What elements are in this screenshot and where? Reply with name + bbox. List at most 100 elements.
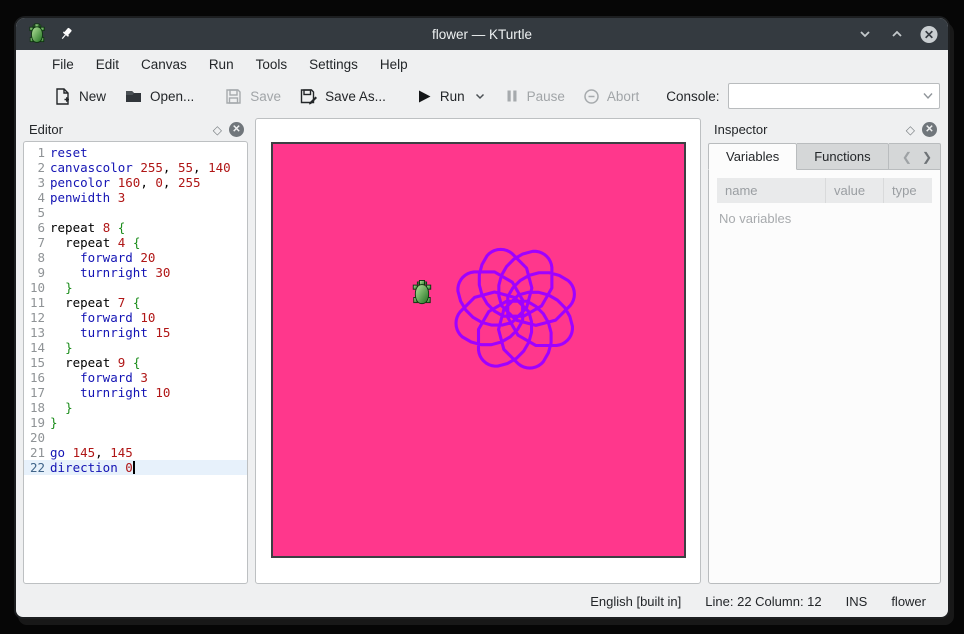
canvas-panel bbox=[255, 118, 701, 584]
menu-file[interactable]: File bbox=[41, 53, 85, 76]
inspector-close-icon[interactable]: ✕ bbox=[922, 122, 937, 137]
abort-button[interactable]: Abort bbox=[574, 84, 648, 109]
column-value: value bbox=[826, 178, 884, 203]
run-button[interactable]: Run bbox=[407, 84, 495, 109]
editor-close-icon[interactable]: ✕ bbox=[229, 122, 244, 137]
status-language: English [built in] bbox=[590, 594, 681, 609]
code-text: repeat 4 { bbox=[50, 235, 247, 250]
code-text: reset bbox=[50, 145, 247, 160]
pin-icon[interactable] bbox=[58, 26, 74, 42]
code-text: forward 10 bbox=[50, 310, 247, 325]
code-text: forward 20 bbox=[50, 250, 247, 265]
code-line[interactable]: 5 bbox=[24, 205, 247, 220]
code-text: turnright 30 bbox=[50, 265, 247, 280]
code-line[interactable]: 15 repeat 9 { bbox=[24, 355, 247, 370]
code-text: canvascolor 255, 55, 140 bbox=[50, 160, 247, 175]
pause-icon bbox=[504, 88, 520, 104]
code-line[interactable]: 18 } bbox=[24, 400, 247, 415]
turtle-canvas bbox=[271, 142, 686, 558]
console-input[interactable] bbox=[729, 84, 917, 108]
code-line[interactable]: 11 repeat 7 { bbox=[24, 295, 247, 310]
code-line[interactable]: 10 } bbox=[24, 280, 247, 295]
code-line[interactable]: 22direction 0 bbox=[24, 460, 247, 475]
menu-canvas[interactable]: Canvas bbox=[130, 53, 198, 76]
menu-run[interactable]: Run bbox=[198, 53, 245, 76]
open-button[interactable]: Open... bbox=[115, 83, 203, 110]
inspector-float-icon[interactable]: ◇ bbox=[906, 124, 915, 136]
toolbar-overflow-button[interactable] bbox=[940, 86, 949, 106]
dock-area: Editor ◇ ✕ 1reset2canvascolor 255, 55, 1… bbox=[16, 116, 948, 587]
inspector-tab-bar: Variables Functions ❮ ❯ bbox=[708, 143, 941, 170]
code-line[interactable]: 6repeat 8 { bbox=[24, 220, 247, 235]
code-line[interactable]: 13 turnright 15 bbox=[24, 325, 247, 340]
code-line[interactable]: 4penwidth 3 bbox=[24, 190, 247, 205]
column-type: type bbox=[884, 178, 932, 203]
abort-icon bbox=[583, 88, 600, 105]
code-line[interactable]: 19} bbox=[24, 415, 247, 430]
maximize-button[interactable] bbox=[888, 25, 906, 43]
line-number: 11 bbox=[24, 295, 50, 310]
status-bar: English [built in] Line: 22 Column: 12 I… bbox=[16, 587, 948, 617]
code-line[interactable]: 3pencolor 160, 0, 255 bbox=[24, 175, 247, 190]
code-line[interactable]: 16 forward 3 bbox=[24, 370, 247, 385]
tab-variables[interactable]: Variables bbox=[708, 143, 797, 170]
code-line[interactable]: 14 } bbox=[24, 340, 247, 355]
code-line[interactable]: 12 forward 10 bbox=[24, 310, 247, 325]
column-name: name bbox=[717, 178, 826, 203]
pause-button[interactable]: Pause bbox=[495, 84, 574, 108]
text-cursor bbox=[133, 461, 135, 474]
menu-help[interactable]: Help bbox=[369, 53, 419, 76]
save-button[interactable]: Save bbox=[215, 83, 290, 110]
console-combobox[interactable] bbox=[728, 83, 940, 109]
code-line[interactable]: 8 forward 20 bbox=[24, 250, 247, 265]
console-label: Console: bbox=[666, 89, 719, 104]
menu-tools[interactable]: Tools bbox=[245, 53, 299, 76]
tab-scroll-left-icon[interactable]: ❮ bbox=[902, 150, 912, 164]
code-text: repeat 8 { bbox=[50, 220, 247, 235]
overflow-chevron-icon bbox=[946, 88, 949, 104]
line-number: 10 bbox=[24, 280, 50, 295]
inspector-dock-header: Inspector ◇ ✕ bbox=[708, 118, 941, 141]
line-number: 12 bbox=[24, 310, 50, 325]
code-text: } bbox=[50, 415, 247, 430]
line-number: 2 bbox=[24, 160, 50, 175]
editor-float-icon[interactable]: ◇ bbox=[213, 124, 222, 136]
title-bar: flower — KTurtle bbox=[16, 18, 948, 50]
code-text: penwidth 3 bbox=[50, 190, 247, 205]
status-script-name: flower bbox=[891, 594, 926, 609]
code-line[interactable]: 7 repeat 4 { bbox=[24, 235, 247, 250]
line-number: 15 bbox=[24, 355, 50, 370]
line-number: 4 bbox=[24, 190, 50, 205]
new-button[interactable]: New bbox=[44, 83, 115, 110]
save-as-icon bbox=[299, 87, 318, 106]
code-text: } bbox=[50, 280, 247, 295]
code-editor[interactable]: 1reset2canvascolor 255, 55, 1403pencolor… bbox=[23, 141, 248, 584]
run-speed-dropdown-icon[interactable] bbox=[474, 90, 486, 102]
code-line[interactable]: 21go 145, 145 bbox=[24, 445, 247, 460]
open-folder-icon bbox=[124, 87, 143, 106]
line-number: 17 bbox=[24, 385, 50, 400]
code-line[interactable]: 2canvascolor 255, 55, 140 bbox=[24, 160, 247, 175]
code-line[interactable]: 9 turnright 30 bbox=[24, 265, 247, 280]
code-line[interactable]: 17 turnright 10 bbox=[24, 385, 247, 400]
close-button[interactable] bbox=[920, 25, 938, 43]
menu-edit[interactable]: Edit bbox=[85, 53, 130, 76]
code-text: repeat 9 { bbox=[50, 355, 247, 370]
console-dropdown-icon[interactable] bbox=[917, 90, 939, 102]
save-as-button[interactable]: Save As... bbox=[290, 83, 395, 110]
code-text: forward 3 bbox=[50, 370, 247, 385]
line-number: 22 bbox=[24, 460, 50, 475]
code-text: turnright 15 bbox=[50, 325, 247, 340]
tab-functions[interactable]: Functions bbox=[797, 143, 888, 170]
code-text: } bbox=[50, 340, 247, 355]
code-line[interactable]: 20 bbox=[24, 430, 247, 445]
minimize-button[interactable] bbox=[856, 25, 874, 43]
tab-scroll-right-icon[interactable]: ❯ bbox=[922, 150, 932, 164]
menu-settings[interactable]: Settings bbox=[298, 53, 369, 76]
code-text: direction 0 bbox=[50, 460, 247, 475]
line-number: 18 bbox=[24, 400, 50, 415]
code-line[interactable]: 1reset bbox=[24, 145, 247, 160]
main-toolbar: New Open... Save Save As... bbox=[16, 78, 948, 116]
canvas-dock bbox=[255, 118, 701, 584]
line-number: 21 bbox=[24, 445, 50, 460]
